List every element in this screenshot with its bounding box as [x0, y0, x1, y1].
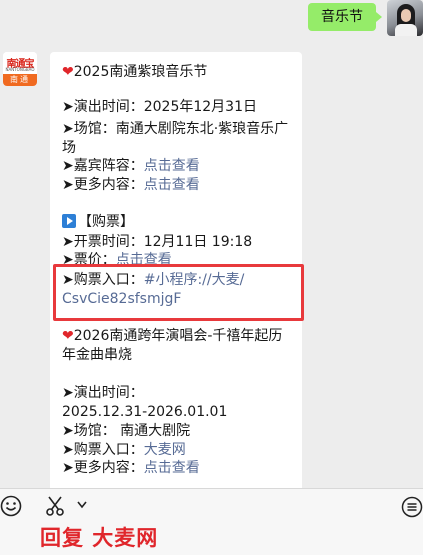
event1-time: ➤演出时间：2025年12月31日	[62, 99, 257, 115]
event1-more-label: ➤更多内容：	[62, 177, 144, 193]
event2-more: ➤更多内容：点击查看	[62, 458, 200, 478]
event2-title-line1: ❤2026南通跨年演唱会-千禧年起历	[62, 326, 282, 346]
chevron-down-icon[interactable]	[76, 500, 88, 510]
event1-title: 2025南通紫琅音乐节	[73, 64, 208, 80]
event2-more-label: ➤更多内容：	[62, 460, 144, 476]
event1-more: ➤更多内容：点击查看	[62, 175, 200, 195]
event2-entry: ➤购票入口：大麦网	[62, 440, 186, 460]
ticket-open-time: ➤开票时间：12月11日 19:18	[62, 234, 253, 250]
event2-title-1: 2026南通跨年演唱会-千禧年起历	[73, 328, 283, 344]
reply-caption: 回复 大麦网	[40, 526, 159, 550]
ticket-header-line: 【购票】	[62, 212, 134, 232]
event1-venue-line1: ➤场馆：南通大剧院东北·紫琅音乐广	[62, 121, 289, 137]
play-icon	[62, 214, 76, 228]
bot-avatar[interactable]: 南通宝 NANTONGBAO 南通	[3, 52, 37, 86]
menu-icon[interactable]	[401, 496, 423, 518]
event2-time-value: 2025.12.31-2026.01.01	[62, 404, 228, 420]
event1-guests-label: ➤嘉宾阵容：	[62, 158, 144, 174]
event2-title-line2: 年金曲串烧	[62, 347, 132, 363]
bot-avatar-sub: NANTONGBAO	[5, 67, 35, 72]
scissors-icon[interactable]	[44, 494, 68, 518]
avatar-body	[395, 24, 417, 36]
highlight-box	[53, 264, 304, 321]
event2-venue: ➤场馆： 南通大剧院	[62, 423, 191, 439]
ticket-header: 【购票】	[78, 214, 134, 230]
user-avatar[interactable]	[387, 0, 423, 36]
event2-more-link[interactable]: 点击查看	[144, 460, 200, 476]
event1-guests: ➤嘉宾阵容：点击查看	[62, 156, 200, 176]
emoji-icon[interactable]	[0, 495, 22, 517]
event2-entry-link[interactable]: 大麦网	[144, 442, 186, 458]
event1-guests-link[interactable]: 点击查看	[144, 158, 200, 174]
event1-more-link[interactable]: 点击查看	[144, 177, 200, 193]
event2-time-label: ➤演出时间：	[62, 385, 144, 401]
heart-icon: ❤	[62, 64, 74, 80]
event2-entry-label: ➤购票入口：	[62, 442, 144, 458]
event1-venue-line2: 场	[62, 140, 76, 156]
heart-icon: ❤	[62, 328, 74, 344]
user-message-bubble[interactable]: 音乐节	[308, 3, 382, 31]
event1-title-line: ❤2025南通紫琅音乐节	[62, 62, 207, 82]
bot-avatar-city: 南通	[3, 74, 37, 86]
avatar-face	[401, 9, 411, 22]
